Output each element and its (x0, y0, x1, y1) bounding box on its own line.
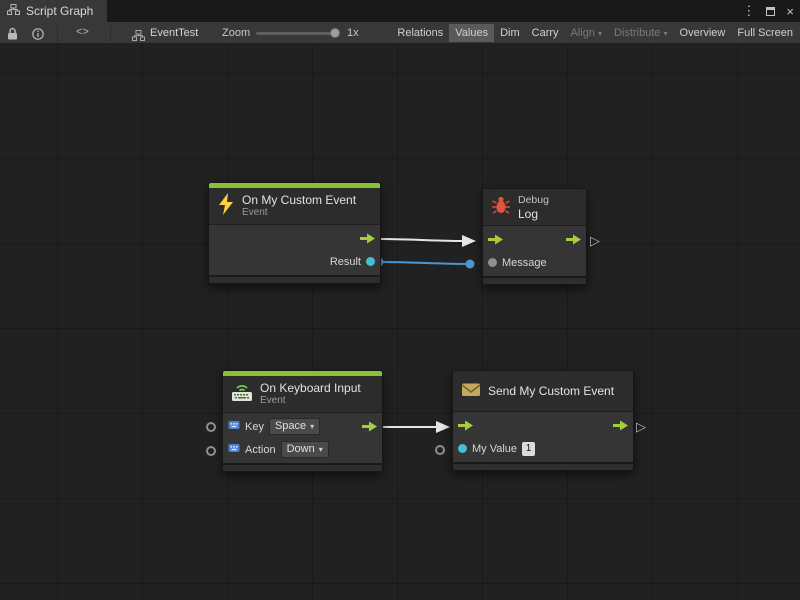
node-subtitle: Event (242, 207, 356, 219)
toolbar-buttons: Relations Values Dim Carry Align▾ Distri… (391, 22, 799, 44)
node-on-my-custom-event[interactable]: On My Custom Event Event Result (208, 182, 381, 284)
node-header: Debug Log (483, 189, 586, 225)
node-on-keyboard-input[interactable]: On Keyboard Input Event Key Space ▾ (222, 370, 383, 472)
node-footer (453, 462, 633, 470)
action-dropdown[interactable]: Down ▾ (281, 441, 329, 458)
port-label-message: Message (502, 257, 547, 269)
node-header: Send My Custom Event (453, 371, 633, 411)
flow-output-port[interactable] (360, 233, 375, 244)
flow-continuation-triangle[interactable]: ▷ (636, 420, 646, 434)
flow-output-port[interactable] (362, 421, 377, 432)
distribute-dropdown[interactable]: Distribute▾ (608, 24, 673, 42)
node-title: Send My Custom Event (488, 384, 614, 398)
breadcrumb-graph-name[interactable]: EventTest (150, 27, 198, 39)
chevron-down-icon: ▾ (319, 443, 323, 456)
tab-bar: Script Graph ⋮ × (0, 0, 800, 22)
flow-input-port[interactable] (488, 234, 503, 245)
flow-output-port[interactable] (613, 420, 628, 431)
zoom-value: 1x (347, 27, 359, 39)
graph-toolbar: <> EventTest Zoom 1x Relations Values Di… (0, 22, 800, 44)
toolbar-separator (57, 25, 58, 41)
node-header: On Keyboard Input Event (223, 376, 382, 412)
node-debug-log[interactable]: Debug Log Message (482, 188, 587, 285)
chevron-down-icon: ▾ (664, 29, 668, 38)
keycode-type-icon (228, 442, 240, 457)
bug-icon (491, 195, 511, 220)
value-output-port-result[interactable] (366, 257, 375, 266)
menu-icon[interactable]: ⋮ (742, 3, 755, 19)
chevron-down-icon: ▾ (598, 29, 602, 38)
values-button[interactable]: Values (449, 24, 494, 42)
info-icon[interactable] (32, 27, 44, 45)
graph-canvas[interactable]: On My Custom Event Event Result Debug (0, 44, 800, 600)
flow-output-port[interactable] (566, 234, 581, 245)
flow-input-port[interactable] (458, 420, 473, 431)
wire-value-result-to-message[interactable] (375, 258, 475, 269)
unconnected-port-ring-action[interactable] (206, 446, 216, 456)
unconnected-port-ring-my-value[interactable] (435, 445, 445, 455)
full-screen-button[interactable]: Full Screen (731, 24, 799, 42)
node-header: On My Custom Event Event (209, 188, 380, 224)
connection-wires (0, 44, 800, 600)
node-namespace: Debug (518, 194, 549, 207)
dim-button[interactable]: Dim (494, 24, 526, 42)
zoom-slider-handle[interactable] (330, 28, 340, 38)
zoom-slider[interactable] (256, 32, 338, 35)
node-title: On Keyboard Input (260, 381, 361, 395)
overview-button[interactable]: Overview (674, 24, 732, 42)
wire-flow-customevent-to-log[interactable] (374, 235, 476, 247)
port-label-my-value: My Value (472, 443, 517, 455)
value-input-port-my-value[interactable] (458, 444, 467, 453)
wire-flow-keyboard-to-sendevent[interactable] (374, 421, 450, 433)
lock-icon[interactable] (7, 27, 18, 45)
tab-script-graph[interactable]: Script Graph (0, 0, 107, 22)
chevron-down-icon: ▾ (310, 420, 314, 433)
port-label-key: Key (245, 421, 264, 433)
align-dropdown[interactable]: Align▾ (565, 24, 608, 42)
node-body: Result (209, 224, 380, 275)
keyboard-icon (231, 382, 253, 407)
window-controls: ⋮ × (742, 0, 794, 22)
tab-title: Script Graph (26, 4, 93, 18)
node-footer (483, 276, 586, 284)
keycode-type-icon (228, 419, 240, 434)
close-icon[interactable]: × (786, 4, 794, 19)
relations-button[interactable]: Relations (391, 24, 449, 42)
zoom-label: Zoom (222, 27, 250, 39)
flow-continuation-triangle[interactable]: ▷ (590, 234, 600, 248)
my-value-input[interactable]: 1 (522, 442, 535, 456)
value-input-port-message[interactable] (488, 258, 497, 267)
node-body: My Value 1 (453, 411, 633, 462)
port-label-result: Result (330, 256, 361, 268)
unconnected-port-ring-key[interactable] (206, 422, 216, 432)
node-footer (223, 463, 382, 471)
key-dropdown[interactable]: Space ▾ (269, 418, 320, 435)
lightning-icon (217, 193, 235, 220)
carry-button[interactable]: Carry (526, 24, 565, 42)
node-body: Key Space ▾ Action Down ▾ (223, 412, 382, 463)
node-body: Message (483, 225, 586, 276)
node-title: On My Custom Event (242, 193, 356, 207)
node-footer (209, 275, 380, 283)
script-graph-icon (7, 4, 20, 18)
node-subtitle: Event (260, 395, 361, 407)
port-label-action: Action (245, 444, 276, 456)
node-send-my-custom-event[interactable]: Send My Custom Event My Value 1 (452, 370, 634, 471)
toolbar-separator (110, 25, 111, 41)
code-view-icon[interactable]: <> (76, 26, 89, 38)
node-title: Log (518, 207, 549, 221)
custom-event-icon (461, 380, 481, 403)
maximize-icon[interactable] (766, 7, 775, 16)
